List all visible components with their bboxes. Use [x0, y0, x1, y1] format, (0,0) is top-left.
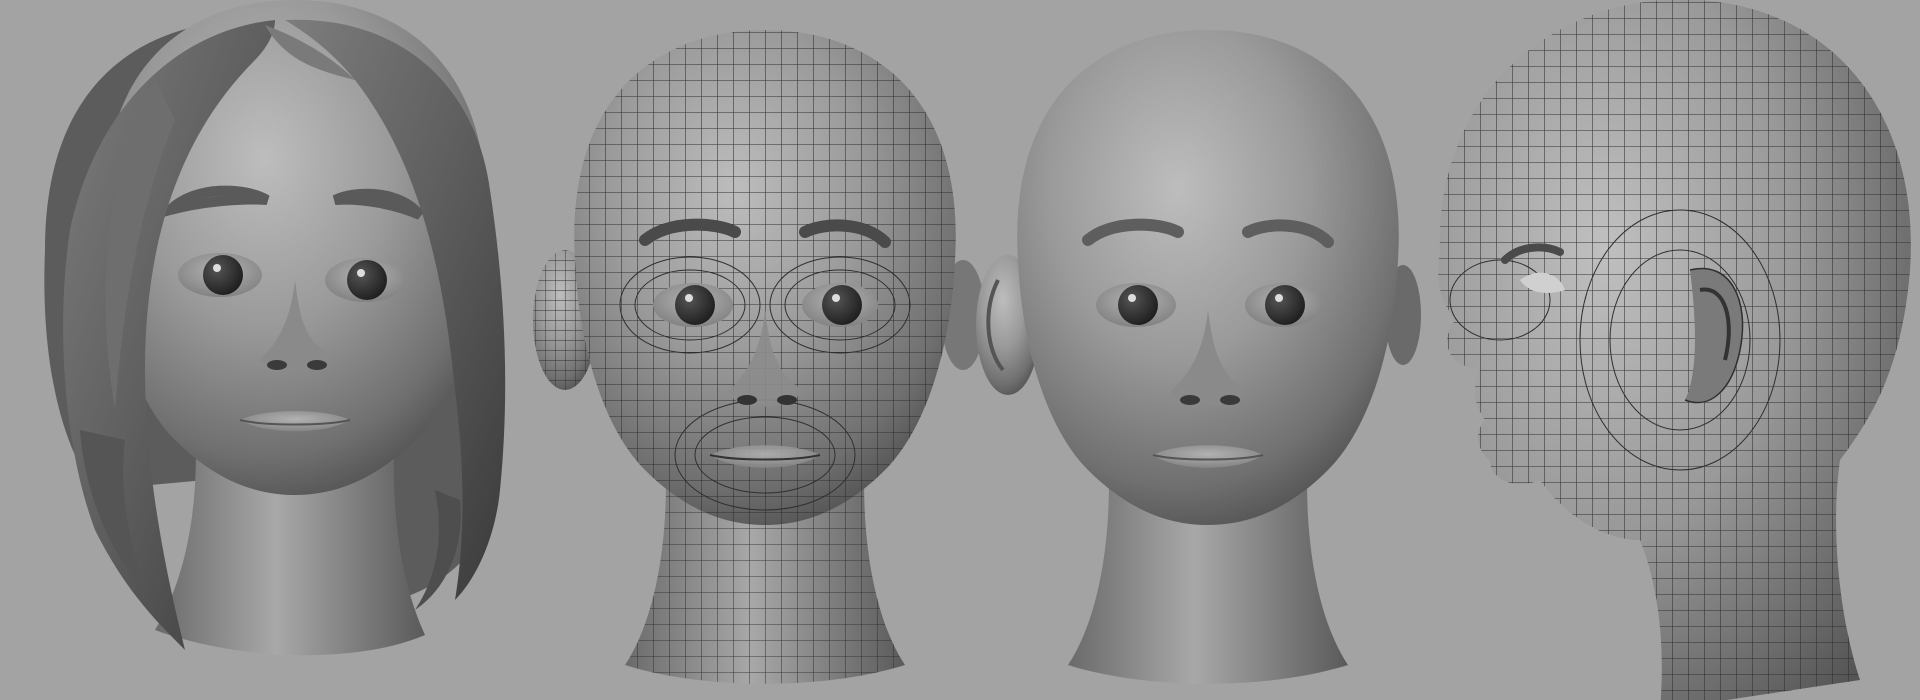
view-smooth-front: [976, 30, 1421, 684]
view-wire-side: [1438, 0, 1911, 700]
view-wire-front: [533, 30, 985, 684]
view-hair-front: [44, 0, 506, 656]
viewport: [0, 0, 1920, 700]
render-canvas: [44, 0, 1911, 700]
